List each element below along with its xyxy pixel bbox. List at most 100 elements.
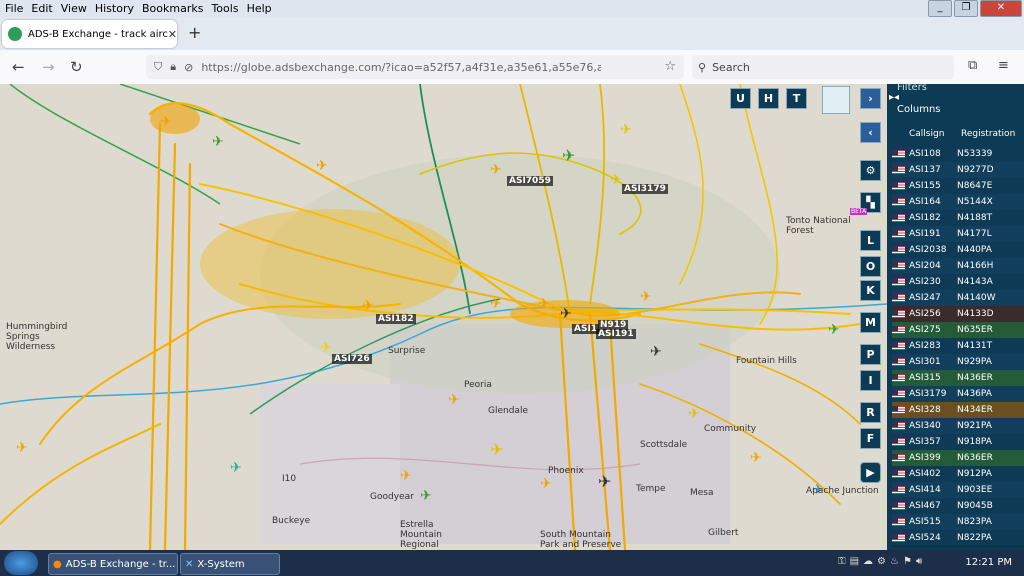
system-tray-icons[interactable]: ⚿▤☁⚙♨⚑🔊︎: [838, 556, 926, 567]
aircraft-icon[interactable]: ✈: [160, 114, 172, 130]
table-row[interactable]: ASI524 N822PA: [892, 530, 1024, 547]
aircraft-label[interactable]: ASI1: [572, 324, 600, 334]
table-row[interactable]: ASI399 N636ER: [892, 450, 1024, 467]
table-row[interactable]: ASI155 N8647E: [892, 178, 1024, 195]
aircraft-icon[interactable]: ✈: [598, 472, 611, 491]
collapse-left-icon[interactable]: ‹: [860, 122, 881, 143]
table-row[interactable]: ASI515 N823PA: [892, 514, 1024, 531]
toggle-h-button[interactable]: H: [758, 88, 779, 109]
table-row[interactable]: ASI204 N4166H: [892, 258, 1024, 275]
table-row[interactable]: ASI230 N4143A: [892, 274, 1024, 291]
aircraft-label[interactable]: ASI182: [376, 314, 416, 324]
minimize-button[interactable]: _: [928, 0, 952, 17]
table-row[interactable]: ASI247 N4140W: [892, 290, 1024, 307]
table-row[interactable]: ASI328 N434ER: [892, 402, 1024, 419]
aircraft-label[interactable]: ASI7059: [507, 176, 553, 186]
settings-gear-icon[interactable]: ⚙: [860, 160, 881, 181]
filters-button[interactable]: Filters: [897, 84, 927, 93]
extensions-icon[interactable]: ⧉: [968, 58, 977, 73]
panel-toggle-icon[interactable]: ▸◂: [889, 92, 899, 103]
forward-arrow-icon[interactable]: →: [42, 58, 55, 76]
aircraft-icon[interactable]: ✈: [400, 468, 412, 484]
toggle-f-button[interactable]: F: [860, 428, 881, 449]
menu-history[interactable]: History: [95, 2, 134, 15]
table-row[interactable]: ASI357 N918PA: [892, 434, 1024, 451]
aircraft-icon[interactable]: ✈: [490, 296, 502, 312]
table-row[interactable]: ASI301 N929PA: [892, 354, 1024, 371]
toggle-l-button[interactable]: L: [860, 230, 881, 251]
layers-icon[interactable]: [822, 86, 850, 114]
menu-view[interactable]: View: [61, 2, 87, 15]
aircraft-icon[interactable]: ✈: [688, 406, 700, 422]
maximize-button[interactable]: ❐: [954, 0, 978, 17]
aircraft-label[interactable]: ASI3179: [622, 184, 668, 194]
aircraft-icon[interactable]: ✈: [620, 122, 632, 138]
search-box[interactable]: ⚲ Search: [692, 55, 954, 79]
expand-right-icon[interactable]: ›: [860, 88, 881, 109]
registration-header[interactable]: Registration: [961, 129, 1015, 145]
table-row[interactable]: ASI256 N4133D: [892, 306, 1024, 323]
taskbar-firefox-button[interactable]: ● ADS-B Exchange - tr...: [48, 553, 178, 575]
menu-bookmarks[interactable]: Bookmarks: [142, 2, 203, 15]
aircraft-icon[interactable]: ✈: [540, 476, 552, 492]
table-row[interactable]: ASI414 N903EE: [892, 482, 1024, 499]
table-row[interactable]: ASI108 N53339: [892, 146, 1024, 163]
aircraft-icon[interactable]: ✈: [212, 134, 224, 150]
table-row[interactable]: ASI164 N5144X: [892, 194, 1024, 211]
callsign-header[interactable]: Callsign: [909, 129, 961, 145]
address-bar[interactable]: ⛉ 🔒︎ ⊘ https://globe.adsbexchange.com/?i…: [146, 55, 684, 79]
reload-icon[interactable]: ↻: [70, 58, 83, 76]
aircraft-icon[interactable]: ✈: [750, 450, 762, 466]
clock[interactable]: 12:21 PM: [965, 557, 1012, 568]
toggle-p-button[interactable]: P: [860, 344, 881, 365]
aircraft-label[interactable]: ASI191: [596, 329, 636, 339]
aircraft-label[interactable]: ASI726: [332, 354, 372, 364]
table-row[interactable]: ASI467 N9045B: [892, 498, 1024, 515]
close-window-button[interactable]: ✕: [980, 0, 1022, 17]
lock-icon[interactable]: 🔒︎: [170, 60, 176, 74]
new-tab-button[interactable]: +: [188, 23, 201, 42]
table-row[interactable]: ASI315 N436ER: [892, 370, 1024, 387]
toggle-i-button[interactable]: I: [860, 370, 881, 391]
menu-help[interactable]: Help: [247, 2, 272, 15]
aircraft-icon[interactable]: ✈: [610, 172, 622, 188]
aircraft-icon[interactable]: ✈: [640, 289, 652, 305]
aircraft-icon[interactable]: ✈: [16, 440, 28, 456]
toggle-r-button[interactable]: R: [860, 402, 881, 423]
bookmark-star-icon[interactable]: ☆: [664, 59, 676, 74]
aircraft-icon[interactable]: ✈: [538, 296, 550, 312]
browser-tab[interactable]: ADS-B Exchange - track aircraft ✕: [2, 20, 177, 48]
table-row[interactable]: ASI340 N921PA: [892, 418, 1024, 435]
replay-icon[interactable]: ▶: [860, 462, 881, 483]
aircraft-icon[interactable]: ✈: [320, 340, 332, 356]
table-row[interactable]: ASI191 N4177L: [892, 226, 1024, 243]
toggle-o-button[interactable]: O: [860, 256, 881, 277]
aircraft-icon[interactable]: ✈: [420, 488, 432, 504]
menu-tools[interactable]: Tools: [211, 2, 238, 15]
start-button[interactable]: [4, 551, 38, 575]
toggle-m-button[interactable]: M: [860, 312, 881, 333]
aircraft-icon[interactable]: ✈: [230, 460, 242, 476]
toggle-k-button[interactable]: K: [860, 280, 881, 301]
taskbar-xsystem-button[interactable]: ✕ X-System: [180, 553, 280, 575]
app-menu-icon[interactable]: ≡: [998, 58, 1009, 73]
flight-map[interactable]: ✈ ✈ ✈ ✈ ✈ ✈ ✈ ✈ ✈ ✈ ✈ ✈ ✈ ✈ ✈ ✈ ✈ ✈ ✈ ✈ …: [0, 84, 887, 550]
aircraft-icon[interactable]: ✈: [828, 322, 840, 338]
aircraft-icon[interactable]: ✈: [490, 440, 503, 459]
toggle-u-button[interactable]: U: [730, 88, 751, 109]
close-tab-icon[interactable]: ✕: [168, 28, 177, 41]
aircraft-icon[interactable]: ✈: [562, 146, 575, 165]
table-row[interactable]: ASI402 N912PA: [892, 466, 1024, 483]
table-row[interactable]: ASI275 N635ER: [892, 322, 1024, 339]
aircraft-icon[interactable]: ✈: [362, 298, 374, 314]
aircraft-icon[interactable]: ✈: [316, 158, 328, 174]
table-row[interactable]: ASI3179 N436PA: [892, 386, 1024, 403]
table-row[interactable]: ASI137 N9277D: [892, 162, 1024, 179]
table-row[interactable]: ASI182 N4188T: [892, 210, 1024, 227]
menu-file[interactable]: File: [5, 2, 23, 15]
toggle-t-button[interactable]: T: [786, 88, 807, 109]
aircraft-icon[interactable]: ✈: [560, 306, 572, 322]
table-row[interactable]: ASI2038 N440PA: [892, 242, 1024, 259]
url-text[interactable]: https://globe.adsbexchange.com/?icao=a52…: [201, 61, 601, 74]
aircraft-icon[interactable]: ✈: [650, 344, 662, 360]
